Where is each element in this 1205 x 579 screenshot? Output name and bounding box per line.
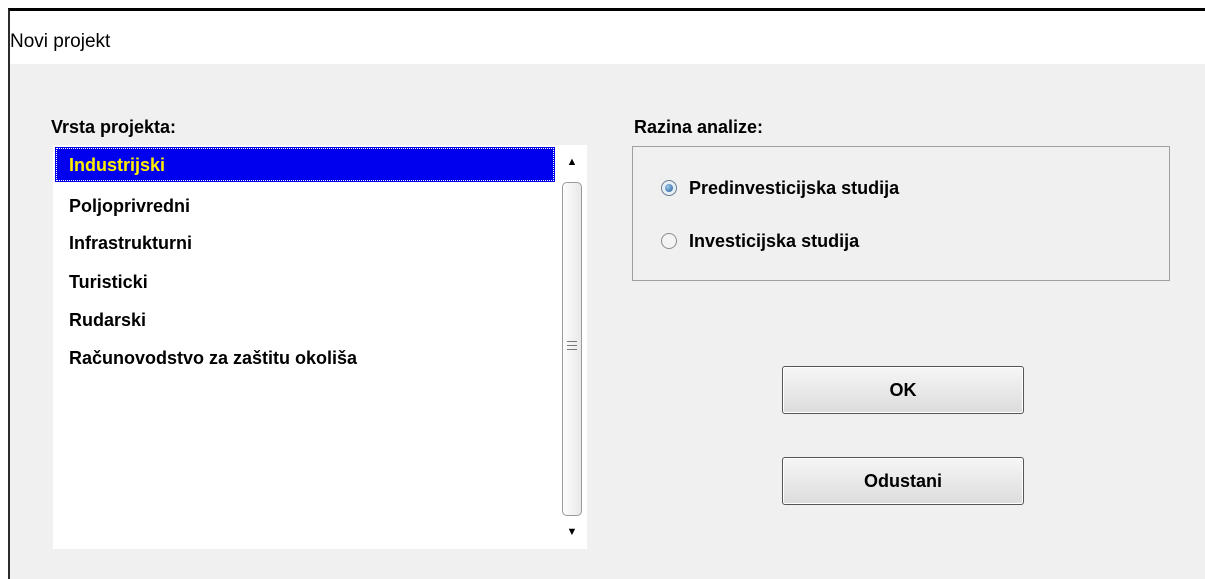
- listbox-scrollbar[interactable]: ▲ ▼: [557, 145, 587, 549]
- radio-checked-icon[interactable]: [661, 180, 677, 196]
- list-item-industrijski[interactable]: Industrijski: [55, 147, 555, 182]
- scrollbar-thumb[interactable]: [562, 182, 582, 516]
- radio-unchecked-icon[interactable]: [661, 233, 677, 249]
- radio-label-investicijska: Investicijska studija: [689, 230, 860, 251]
- list-item-turisticki[interactable]: Turisticki: [55, 264, 555, 300]
- project-type-label: Vrsta projekta:: [51, 117, 177, 137]
- scrollbar-grip-icon: [567, 341, 577, 351]
- scroll-up-icon[interactable]: ▲: [565, 155, 579, 169]
- project-type-listbox[interactable]: Industrijski Poljoprivredni Infrastruktu…: [53, 145, 587, 549]
- cancel-button[interactable]: Odustani: [782, 457, 1024, 505]
- radio-investicijska[interactable]: Investicijska studija: [661, 226, 859, 256]
- window-title: Novi projekt: [10, 31, 111, 52]
- radio-predinvesticijska[interactable]: Predinvesticijska studija: [661, 173, 899, 203]
- scroll-down-icon[interactable]: ▼: [565, 525, 579, 539]
- list-item-poljoprivredni[interactable]: Poljoprivredni: [55, 188, 555, 224]
- list-item-infrastrukturni[interactable]: Infrastrukturni: [55, 225, 555, 261]
- ok-button[interactable]: OK: [782, 366, 1024, 414]
- list-item-racunovodstvo[interactable]: Računovodstvo za zaštitu okoliša: [55, 340, 555, 376]
- list-item-rudarski[interactable]: Rudarski: [55, 302, 555, 338]
- analysis-level-label: Razina analize:: [634, 117, 764, 137]
- dialog-window: Novi projekt Vrsta projekta: Industrijsk…: [8, 8, 1205, 579]
- title-bar[interactable]: Novi projekt: [10, 11, 1205, 64]
- analysis-level-group: Predinvesticijska studija Investicijska …: [632, 146, 1170, 281]
- radio-label-predinvesticijska: Predinvesticijska studija: [689, 177, 900, 198]
